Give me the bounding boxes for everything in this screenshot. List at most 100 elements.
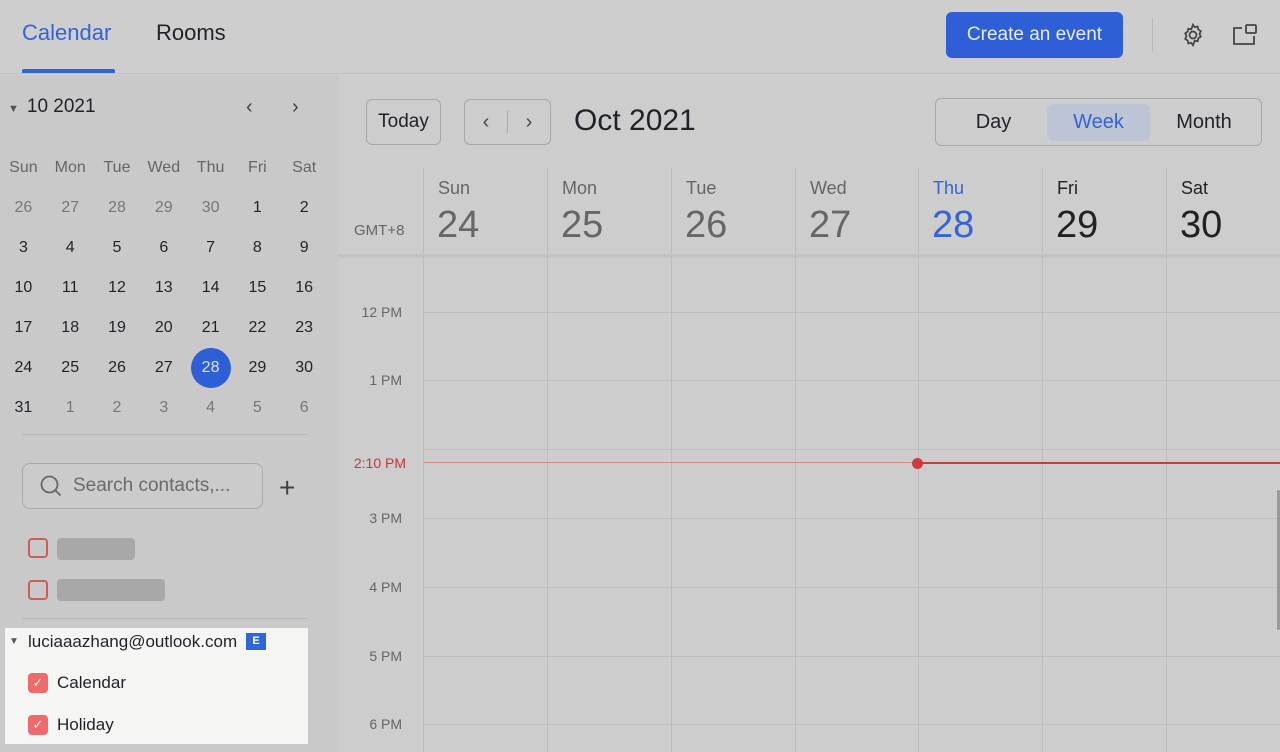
mini-day[interactable]: 13	[140, 279, 187, 297]
mini-day[interactable]: 4	[187, 399, 234, 417]
redacted-calendar-name	[57, 579, 165, 601]
mini-day-number: 2	[112, 399, 122, 416]
day-column-line	[547, 256, 548, 752]
mini-day[interactable]: 10	[0, 279, 47, 297]
mini-day[interactable]: 20	[140, 319, 187, 337]
day-header[interactable]: Sun 24	[423, 168, 547, 255]
mini-day[interactable]: 12	[94, 279, 141, 297]
mini-day[interactable]: 17	[0, 319, 47, 337]
mini-day-number: 9	[299, 239, 309, 256]
time-label: 1 PM	[369, 372, 402, 388]
mini-day[interactable]: 1	[234, 199, 281, 217]
day-header[interactable]: Tue 26	[671, 168, 795, 255]
mini-day[interactable]: 5	[234, 399, 281, 417]
mini-day[interactable]: 26	[0, 199, 47, 217]
mini-day-number: 6	[299, 399, 309, 416]
tab-rooms[interactable]: Rooms	[156, 20, 226, 46]
view-month[interactable]: Month	[1152, 104, 1256, 141]
mini-day[interactable]: 23	[281, 319, 328, 337]
mini-day[interactable]: 18	[47, 319, 94, 337]
mini-day[interactable]: 26	[94, 359, 141, 377]
day-header[interactable]: Thu 28	[918, 168, 1042, 255]
calendar-checkbox[interactable]	[28, 538, 48, 558]
collapse-icon[interactable]: ▼	[9, 636, 19, 647]
mini-prev-month-button[interactable]: ‹	[246, 96, 253, 119]
mini-day[interactable]: 2	[281, 199, 328, 217]
current-period-title: Oct 2021	[574, 104, 696, 137]
create-event-button[interactable]: Create an event	[946, 12, 1123, 58]
mini-day[interactable]: 21	[187, 319, 234, 337]
mini-day-number: 27	[154, 359, 173, 376]
mini-day[interactable]: 28	[187, 348, 234, 388]
calendar-checkbox-checked[interactable]: ✓	[28, 673, 48, 693]
mini-day[interactable]: 24	[0, 359, 47, 377]
time-label: 4 PM	[369, 579, 402, 595]
today-button[interactable]: Today	[366, 99, 441, 145]
mini-day[interactable]: 27	[47, 199, 94, 217]
search-contacts-input[interactable]: Search contacts,...	[22, 463, 263, 509]
mini-day[interactable]: 2	[94, 399, 141, 417]
weekday-label: Sat	[292, 159, 317, 176]
window-icon[interactable]	[1230, 20, 1260, 50]
mini-day[interactable]: 28	[94, 199, 141, 217]
view-day[interactable]: Day	[942, 104, 1045, 141]
mini-day[interactable]: 3	[0, 239, 47, 257]
current-time-label: 2:10 PM	[353, 455, 406, 471]
calendar-label: Calendar	[57, 673, 126, 692]
exchange-icon: E	[246, 633, 266, 650]
mini-day[interactable]: 3	[140, 399, 187, 417]
view-week[interactable]: Week	[1047, 104, 1150, 141]
next-week-button[interactable]: ›	[508, 111, 550, 134]
mini-day[interactable]: 4	[47, 239, 94, 257]
gear-icon[interactable]	[1178, 20, 1208, 50]
current-time-marker	[912, 458, 923, 469]
mini-week-row: 3 4 5 6 7 8 9	[0, 228, 330, 268]
mini-day[interactable]: 30	[187, 199, 234, 217]
tab-calendar[interactable]: Calendar	[22, 20, 111, 46]
mini-day[interactable]: 8	[234, 239, 281, 257]
account-email: luciaaazhang@outlook.com	[28, 632, 238, 651]
mini-day-number: 21	[201, 319, 220, 336]
mini-day[interactable]: 25	[47, 359, 94, 377]
holiday-checkbox-checked[interactable]: ✓	[28, 715, 48, 735]
mini-day[interactable]: 1	[47, 399, 94, 417]
mini-day[interactable]: 6	[140, 239, 187, 257]
day-header[interactable]: Fri 29	[1042, 168, 1166, 255]
calendar-checkbox[interactable]	[28, 580, 48, 600]
mini-day[interactable]: 5	[94, 239, 141, 257]
mini-day[interactable]: 31	[0, 399, 47, 417]
mini-day[interactable]: 11	[47, 279, 94, 297]
day-header[interactable]: Sat 30	[1166, 168, 1280, 255]
divider	[22, 618, 308, 619]
add-calendar-button[interactable]: +	[279, 472, 295, 504]
day-date: 27	[809, 204, 852, 246]
weekday-label: Sun	[9, 159, 38, 176]
mini-next-month-button[interactable]: ›	[292, 96, 299, 119]
mini-day[interactable]: 19	[94, 319, 141, 337]
weekday-label: Mon	[54, 159, 86, 176]
mini-day-number: 22	[248, 319, 267, 336]
mini-day-number: 4	[65, 239, 75, 256]
mini-day[interactable]: 27	[140, 359, 187, 377]
day-name: Fri	[1057, 178, 1078, 198]
mini-day[interactable]: 9	[281, 239, 328, 257]
mini-day[interactable]: 29	[234, 359, 281, 377]
mini-day[interactable]: 6	[281, 399, 328, 417]
day-header[interactable]: Mon 25	[547, 168, 671, 255]
mini-day[interactable]: 30	[281, 359, 328, 377]
mini-calendar-month: 10 2021	[26, 96, 96, 117]
prev-week-button[interactable]: ‹	[465, 111, 507, 134]
mini-day-number: 31	[14, 399, 33, 416]
day-header[interactable]: Wed 27	[795, 168, 918, 255]
mini-day[interactable]: 14	[187, 279, 234, 297]
hour-line	[424, 380, 1280, 381]
mini-day[interactable]: 15	[234, 279, 281, 297]
mini-day[interactable]: 29	[140, 199, 187, 217]
day-name: Wed	[810, 178, 847, 198]
mini-day[interactable]: 16	[281, 279, 328, 297]
mini-day[interactable]: 22	[234, 319, 281, 337]
mini-calendar-title[interactable]: ▼ 10 2021	[8, 96, 96, 118]
mini-day[interactable]: 7	[187, 239, 234, 257]
divider	[1152, 18, 1153, 52]
mini-day-number: 18	[61, 319, 80, 336]
